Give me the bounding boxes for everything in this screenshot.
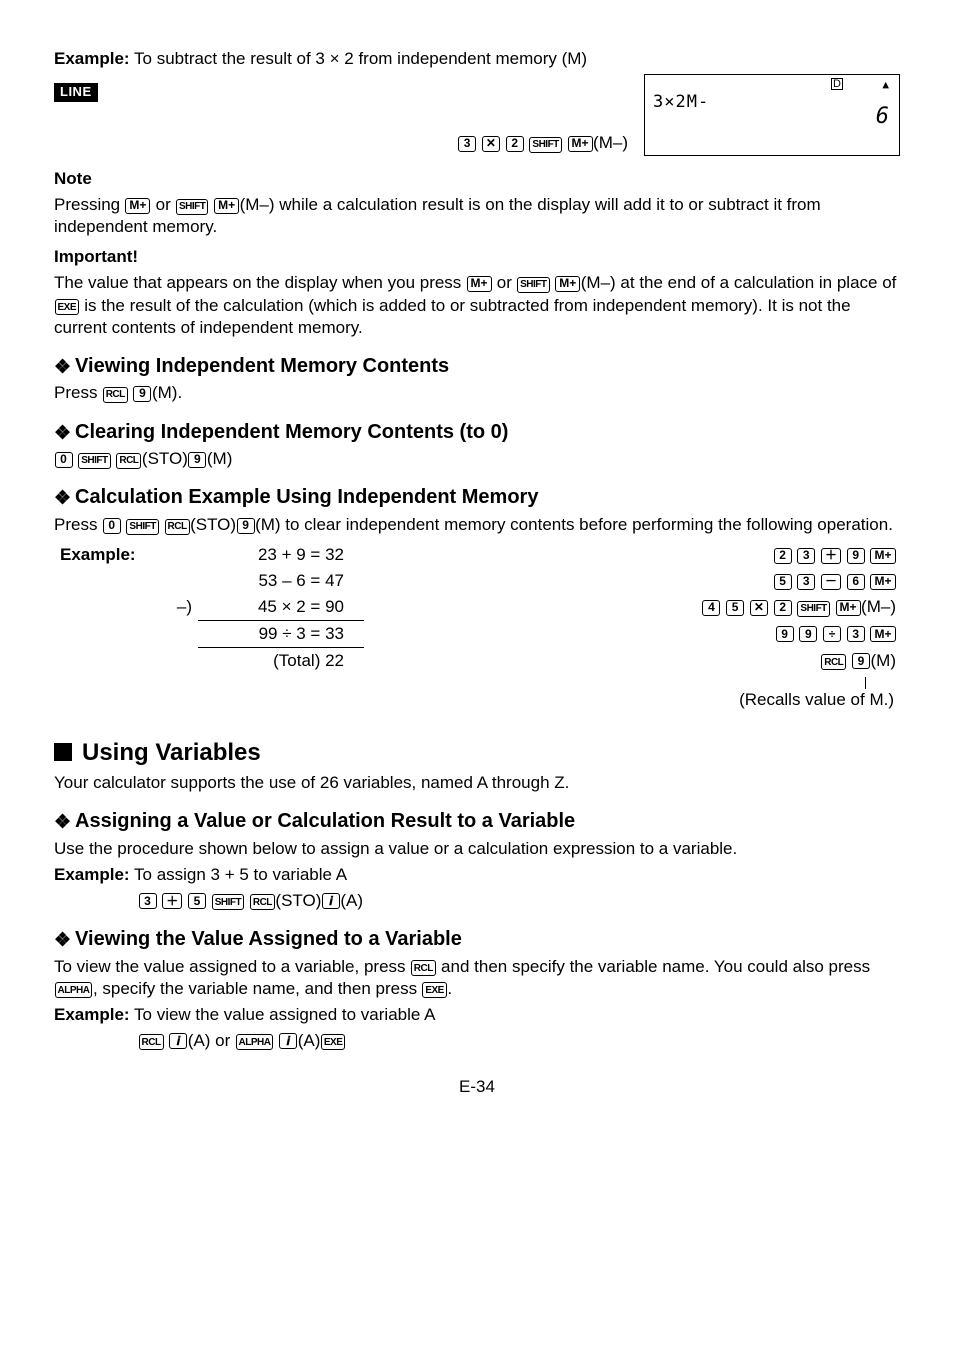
calc-example-table: Example: 23 + 9 = 32 2 3 ＋ 9 M+ 53 – 6 =… — [54, 542, 900, 713]
square-icon — [54, 743, 72, 761]
important-body: The value that appears on the display wh… — [54, 272, 900, 338]
mminus-label: (M–) — [593, 133, 628, 152]
equation: 99 ÷ 3 = 33 — [198, 621, 364, 648]
diamond-icon: ❖ — [54, 422, 71, 447]
example-label: Example: — [54, 542, 156, 568]
diamond-icon: ❖ — [54, 811, 71, 836]
screen-up-icon: ▲ — [882, 78, 889, 92]
note-body: Pressing M+ or SHIFT M+(M–) while a calc… — [54, 194, 900, 238]
section-calc-example: ❖Calculation Example Using Independent M… — [54, 484, 900, 512]
equation: (Total) 22 — [198, 648, 364, 675]
example-intro: Example: To subtract the result of 3 × 2… — [54, 48, 900, 70]
using-variables-intro: Your calculator supports the use of 26 v… — [54, 772, 900, 794]
note-heading: Note — [54, 168, 900, 190]
key-mplus: M+ — [568, 136, 593, 152]
key-sequence: 9 9 ÷ 3 M+ — [364, 621, 900, 648]
line-badge: LINE — [54, 83, 98, 102]
section-using-variables: Using Variables — [54, 737, 900, 768]
view-var-keyseq: RCL 𝒊(A) or ALPHA 𝒊(A)EXE — [138, 1030, 900, 1052]
key-rcl: RCL — [116, 453, 141, 469]
equation: 53 – 6 = 47 — [198, 568, 364, 594]
key-mplus: M+ — [125, 198, 150, 214]
view-var-example: Example: To view the value assigned to v… — [54, 1004, 900, 1026]
assign-keyseq: 3 ＋ 5 SHIFT RCL(STO)𝒊(A) — [138, 890, 900, 912]
key-9: 9 — [188, 452, 206, 468]
screen-line2: 6 — [876, 103, 889, 132]
key-0: 0 — [55, 452, 73, 468]
key-3: 3 — [458, 136, 476, 152]
section-view-memory: ❖Viewing Independent Memory Contents — [54, 353, 900, 381]
key-shift: SHIFT — [78, 453, 110, 469]
equation: 23 + 9 = 32 — [198, 542, 364, 568]
example-text: To subtract the result of 3 × 2 from ind… — [130, 49, 587, 68]
table-row: 53 – 6 = 47 5 3 － 6 M+ — [54, 568, 900, 594]
page-number: E-34 — [54, 1076, 900, 1098]
diamond-icon: ❖ — [54, 929, 71, 954]
key-rcl: RCL — [103, 387, 128, 403]
key-shift: SHIFT — [176, 199, 208, 215]
recall-note: (Recalls value of M.) — [739, 690, 894, 709]
key-2: 2 — [506, 136, 524, 152]
table-row: Example: 23 + 9 = 32 2 3 ＋ 9 M+ — [54, 542, 900, 568]
section-clear-memory: ❖Clearing Independent Memory Contents (t… — [54, 419, 900, 447]
key-rcl: RCL — [165, 519, 190, 535]
section-view-variable: ❖Viewing the Value Assigned to a Variabl… — [54, 926, 900, 954]
table-row: 99 ÷ 3 = 33 9 9 ÷ 3 M+ — [54, 621, 900, 648]
screen-d-icon: D — [831, 78, 843, 90]
key-exe: EXE — [55, 299, 80, 315]
view-var-body: To view the value assigned to a variable… — [54, 956, 900, 1000]
example-label: Example: — [54, 49, 130, 68]
screen-line1: 3×2M- — [653, 91, 709, 113]
key-shift: SHIFT — [126, 519, 158, 535]
key-exe: EXE — [422, 982, 447, 998]
table-row: (Recalls value of M.) — [54, 675, 900, 713]
equation: 45 × 2 = 90 — [198, 594, 364, 621]
key-shift: SHIFT — [529, 137, 561, 153]
clear-memory-body: 0 SHIFT RCL(STO)9(M) — [54, 448, 900, 470]
minus-prefix: –) — [156, 594, 198, 621]
important-heading: Important! — [54, 246, 900, 268]
key-9: 9 — [237, 518, 255, 534]
key-alpha: ALPHA — [55, 982, 93, 998]
key-sequence: RCL 9(M) — [364, 648, 900, 675]
key-mplus: M+ — [467, 276, 492, 292]
assign-intro: Use the procedure shown below to assign … — [54, 838, 900, 860]
calculator-screen: D ▲ 3×2M- 6 — [644, 74, 900, 156]
key-sequence: 4 5 ✕ 2 SHIFT M+(M–) — [364, 594, 900, 621]
calc-example-intro: Press 0 SHIFT RCL(STO)9(M) to clear inde… — [54, 514, 900, 536]
view-memory-body: Press RCL 9(M). — [54, 382, 900, 404]
key-rcl: RCL — [411, 960, 436, 976]
table-row: –) 45 × 2 = 90 4 5 ✕ 2 SHIFT M+(M–) — [54, 594, 900, 621]
diamond-icon: ❖ — [54, 356, 71, 381]
section-assign-variable: ❖Assigning a Value or Calculation Result… — [54, 808, 900, 836]
diamond-icon: ❖ — [54, 487, 71, 512]
key-mplus: M+ — [555, 276, 580, 292]
key-shift: SHIFT — [517, 277, 549, 293]
key-multiply: ✕ — [482, 136, 500, 152]
key-9: 9 — [133, 386, 151, 402]
key-mplus: M+ — [214, 198, 239, 214]
assign-example: Example: To assign 3 + 5 to variable A — [54, 864, 900, 886]
key-sequence: 5 3 － 6 M+ — [364, 568, 900, 594]
key-sequence: 2 3 ＋ 9 M+ — [364, 542, 900, 568]
table-row: (Total) 22 RCL 9(M) — [54, 648, 900, 675]
key-0: 0 — [103, 518, 121, 534]
